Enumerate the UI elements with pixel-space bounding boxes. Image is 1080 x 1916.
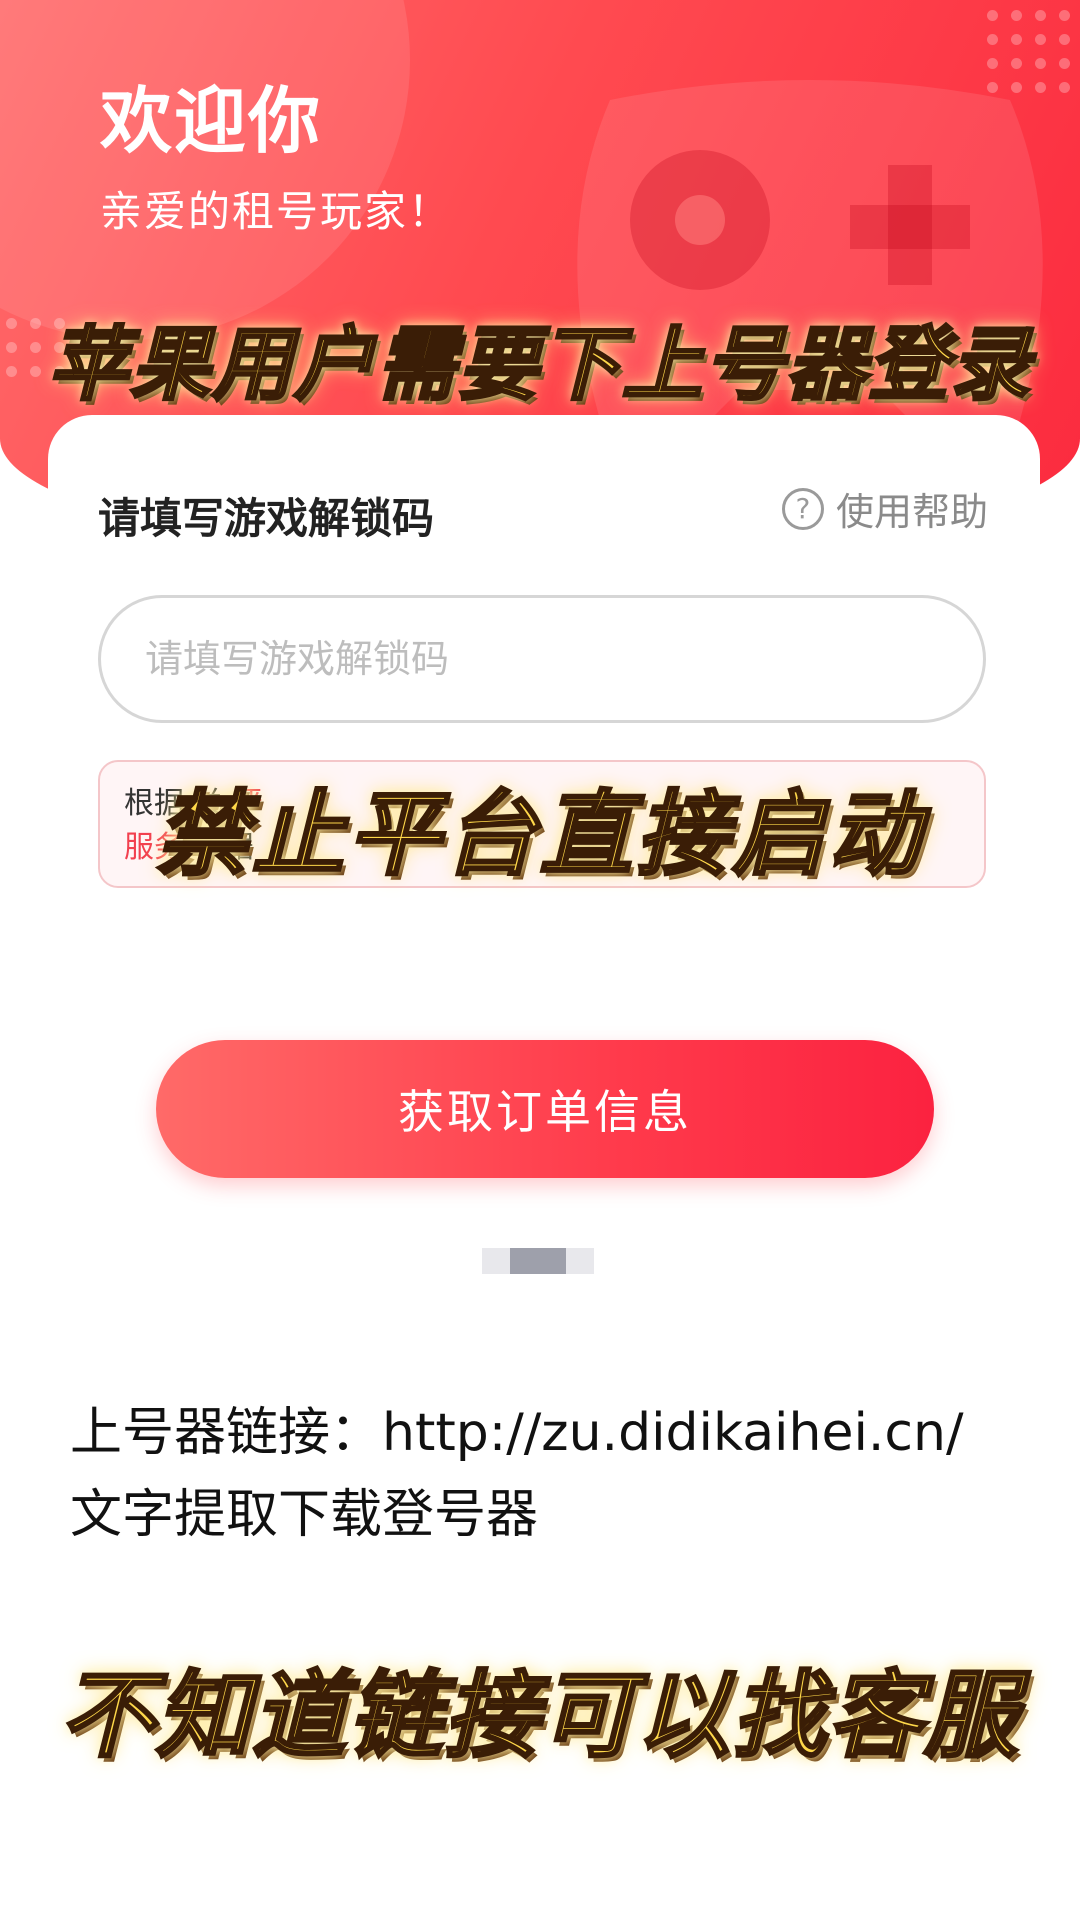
download-link-line-2: 文字提取下载登号器 xyxy=(70,1485,539,1545)
header-decor-circle xyxy=(0,0,410,340)
download-link-text: 上号器链接：http://zu.didikaihei.cn/ 文字提取下载登号器 xyxy=(70,1392,1070,1556)
download-link-line-1: 上号器链接：http://zu.didikaihei.cn/ xyxy=(70,1403,964,1463)
question-circle-icon: ? xyxy=(781,487,824,530)
help-link[interactable]: ? 使用帮助 xyxy=(781,481,988,536)
page-indicator xyxy=(482,1248,594,1274)
overlay-banner-bottom: 不知道链接可以找客服 xyxy=(58,1660,1020,1773)
unlock-code-input[interactable] xyxy=(98,595,986,723)
get-order-info-button[interactable]: 获取订单信息 xyxy=(156,1040,934,1178)
welcome-title: 欢迎你 xyxy=(100,79,323,163)
unlock-code-card: 请填写游戏解锁码 ? 使用帮助 根据 关 严 服务 根据 xyxy=(48,415,1040,1015)
page-indicator-active xyxy=(510,1248,566,1274)
help-label: 使用帮助 xyxy=(835,490,988,534)
overlay-banner-middle: 禁止平台直接启动 xyxy=(154,779,924,890)
overlay-banner-top: 苹果用户需要下上号器登录 xyxy=(47,316,1032,413)
welcome-subtitle: 亲爱的租号玩家！ xyxy=(100,187,453,236)
card-title: 请填写游戏解锁码 xyxy=(98,494,435,543)
